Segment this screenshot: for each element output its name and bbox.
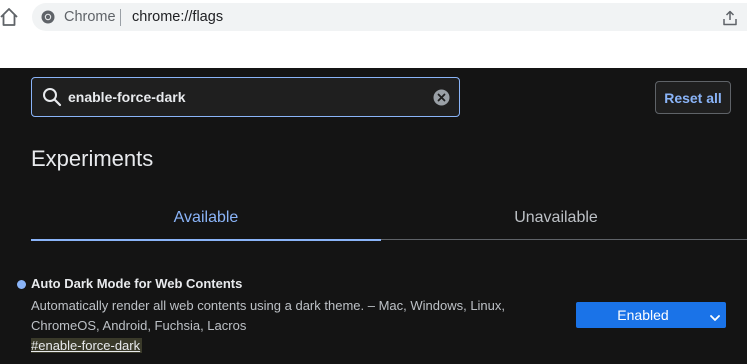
experiment-title: Auto Dark Mode for Web Contents bbox=[31, 276, 243, 291]
experiment-modified-indicator bbox=[17, 280, 26, 289]
tab-available[interactable]: Available bbox=[31, 196, 381, 241]
experiment-permalink[interactable]: #enable-force-dark bbox=[31, 338, 143, 353]
tab-available-label: Available bbox=[173, 208, 239, 226]
browser-toolbar: Chrome chrome://flags bbox=[0, 0, 747, 68]
tab-bar: Available Unavailable bbox=[31, 196, 747, 241]
share-icon[interactable] bbox=[722, 10, 738, 26]
chip-divider bbox=[120, 9, 121, 26]
search-box[interactable] bbox=[31, 77, 460, 117]
page-title: Experiments bbox=[31, 146, 154, 171]
reset-all-button[interactable]: Reset all bbox=[655, 81, 731, 114]
clear-search-icon[interactable] bbox=[433, 89, 450, 106]
search-icon bbox=[42, 87, 62, 107]
tab-unavailable[interactable]: Unavailable bbox=[381, 196, 731, 239]
chevron-down-icon bbox=[710, 310, 720, 321]
search-input[interactable] bbox=[68, 78, 428, 116]
url-text[interactable]: chrome://flags bbox=[132, 9, 223, 25]
experiment-description: Automatically render all web contents us… bbox=[31, 298, 506, 333]
home-icon[interactable] bbox=[0, 6, 18, 28]
site-chip-label[interactable]: Chrome bbox=[64, 9, 116, 25]
tab-unavailable-label: Unavailable bbox=[514, 208, 598, 226]
active-tab-indicator bbox=[31, 239, 381, 241]
experiment-state-value: Enabled bbox=[617, 307, 669, 323]
experiment-state-select[interactable]: Enabled bbox=[576, 302, 726, 328]
address-bar[interactable]: Chrome chrome://flags bbox=[32, 3, 747, 31]
flags-page: Reset all Experiments Available Unavaila… bbox=[0, 68, 747, 364]
chrome-logo-icon bbox=[41, 10, 55, 24]
